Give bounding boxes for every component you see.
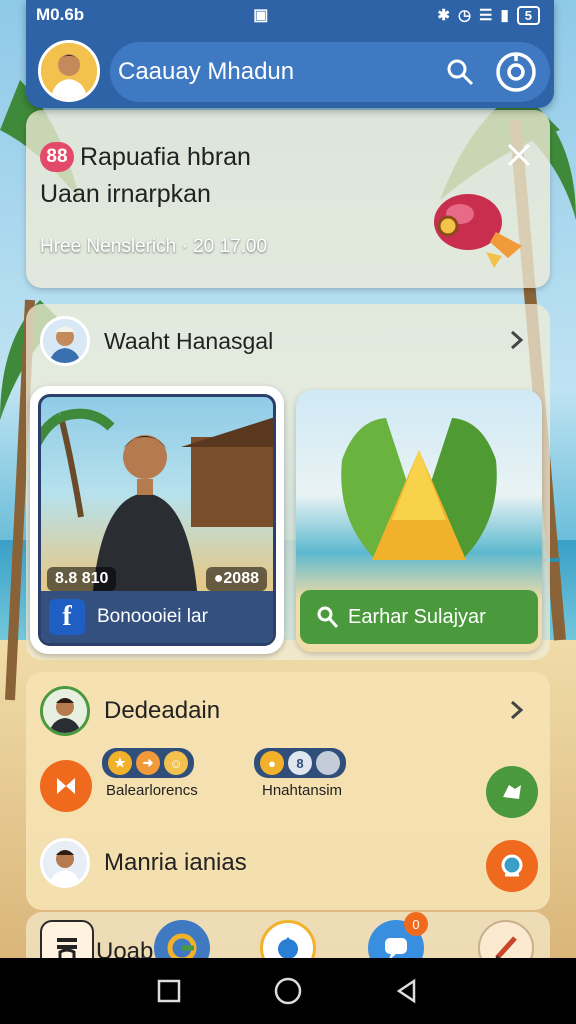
status-bar: M0.6b ▣ ✱ ◷ ☰ ▮ 5 <box>0 0 576 30</box>
profile-tile-footer: f Bonoooiei lar <box>41 591 273 643</box>
system-nav-bar <box>0 958 576 1024</box>
target-icon[interactable] <box>494 50 538 94</box>
notification-subtitle: Uaan irnarpkan <box>40 180 211 208</box>
list-card: Dedeadain ★ ➜ ☺ Balearlorencs ● 8 Hnahta… <box>26 672 550 910</box>
location-icon: ● <box>260 751 284 775</box>
alarm-icon: ◷ <box>457 7 472 24</box>
arrow-icon: ➜ <box>136 751 160 775</box>
star-icon: ★ <box>108 751 132 775</box>
user-avatar[interactable] <box>38 40 100 102</box>
tile-stat-right: ●2088 <box>205 567 267 591</box>
profile-name: Caauay Mhadun <box>118 58 295 85</box>
chevron-right-icon[interactable] <box>504 328 528 352</box>
list-avatar <box>40 686 90 736</box>
battery-icon: 5 <box>516 5 540 25</box>
facebook-icon: f <box>49 599 85 635</box>
badge-group-label: Balearlorencs <box>106 782 198 799</box>
list-item-title: Manria ianias <box>104 849 247 876</box>
profile-tile[interactable]: 8.8 810 ●2088 f Bonoooiei lar <box>30 386 284 654</box>
notification-badge: 88 <box>40 142 74 172</box>
badge-group: ★ ➜ ☺ <box>102 748 194 778</box>
dot-icon <box>316 751 340 775</box>
notification-title-row: 88 Rapuafia hbran <box>40 142 251 172</box>
logo-tile[interactable]: Earhar Sulajyar <box>296 390 542 652</box>
list-item-title: Dedeadain <box>104 697 221 724</box>
profile-tile-label: Bonoooiei lar <box>97 606 208 627</box>
profile-tile-image: 8.8 810 ●2088 f Bonoooiei lar <box>38 394 276 646</box>
rocket-illustration-icon <box>434 194 522 268</box>
bluetooth-icon: ✱ <box>437 7 450 24</box>
action-button[interactable]: Earhar Sulajyar <box>300 590 538 644</box>
notification-card[interactable]: 88 Rapuafia hbran Uaan irnarpkan Hree Ne… <box>26 110 550 288</box>
badge-group-2: ● 8 <box>254 748 346 778</box>
search-bar[interactable]: Caauay Mhadun <box>110 42 550 102</box>
badge-group-2-label: Hnahtansim <box>262 782 343 799</box>
lens-icon[interactable] <box>486 840 538 892</box>
list-avatar <box>40 838 90 888</box>
map-icon[interactable] <box>486 766 538 818</box>
action-button-label: Earhar Sulajyar <box>348 605 486 628</box>
play-icon[interactable] <box>40 760 92 812</box>
wifi-icon: ☰ <box>479 7 493 24</box>
screenshot-icon: ▣ <box>253 7 269 24</box>
back-icon[interactable] <box>394 978 420 1004</box>
search-icon[interactable] <box>438 50 482 94</box>
chat-badge: 0 <box>404 912 428 936</box>
green-leaf-logo-icon <box>341 418 497 560</box>
notification-meta: Hree Nenslerich · 20 17.00 <box>40 236 268 257</box>
signal-icon: ▮ <box>500 7 509 24</box>
featured-avatar <box>40 316 90 366</box>
close-icon[interactable] <box>502 138 536 172</box>
recents-icon[interactable] <box>156 978 182 1004</box>
featured-card: Waaht Hanasgal 8.8 810 ●2088 f Bonoooiei… <box>26 304 550 660</box>
featured-title: Waaht Hanasgal <box>104 327 274 354</box>
list-item[interactable]: Dedeadain <box>40 686 220 736</box>
chevron-right-icon[interactable] <box>504 698 528 722</box>
tile-stat-left: 8.8 810 <box>47 567 117 591</box>
notification-title: Rapuafia hbran <box>80 142 251 171</box>
home-nav-icon[interactable] <box>273 976 303 1006</box>
list-item[interactable]: Manria ianias <box>40 838 247 888</box>
smile-icon: ☺ <box>164 751 188 775</box>
status-icons: ✱ ◷ ☰ ▮ 5 <box>437 5 540 25</box>
featured-header[interactable]: Waaht Hanasgal <box>40 316 273 366</box>
badge-count: 8 <box>288 751 312 775</box>
status-time: M0.6b <box>36 5 85 24</box>
pin-icon <box>317 606 339 628</box>
